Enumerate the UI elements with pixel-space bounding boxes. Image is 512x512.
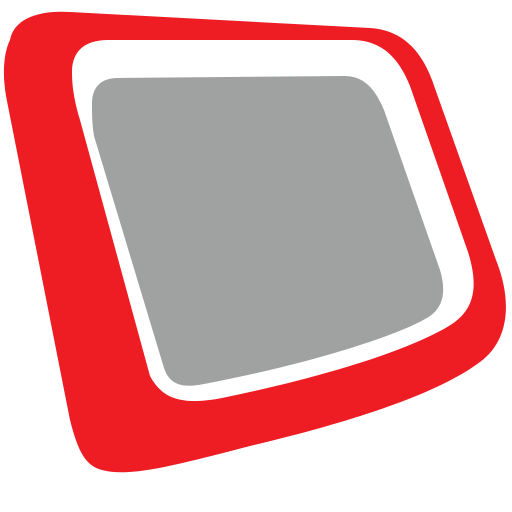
icon-canvas	[0, 0, 512, 512]
screen-frame-icon	[3, 11, 506, 473]
